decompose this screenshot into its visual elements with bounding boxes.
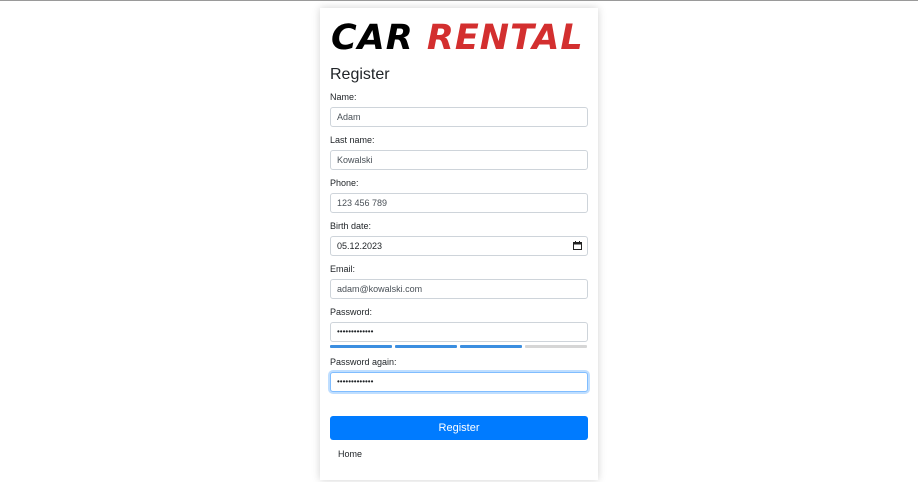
car-rental-logo: CAR RENTAL [331, 18, 584, 58]
birth-date-input-value: 05.12.2023 [337, 241, 383, 251]
phone-input[interactable]: 123 456 789 [330, 193, 588, 213]
logo-word-car: CAR [331, 18, 414, 58]
email-input[interactable]: adam@kowalski.com [330, 279, 588, 299]
name-label: Name: [330, 92, 357, 102]
register-card: CAR RENTAL Register Name: Adam Last name… [320, 8, 598, 480]
logo-word-rental: RENTAL [426, 18, 584, 58]
email-input-value: adam@kowalski.com [337, 284, 423, 294]
birth-date-input[interactable]: 05.12.2023 [330, 236, 588, 256]
strength-segment [395, 345, 457, 348]
last-name-input-value: Kowalski [337, 155, 373, 165]
password-again-label: Password again: [330, 357, 397, 367]
password-label: Password: [330, 307, 373, 317]
password-strength-meter [330, 345, 588, 348]
strength-segment [460, 345, 522, 348]
password-again-input-value: ••••••••••••• [337, 377, 374, 386]
strength-segment [525, 345, 587, 348]
top-border-line [0, 0, 918, 1]
birth-date-label: Birth date: [330, 221, 372, 231]
home-link[interactable]: Home [338, 449, 362, 460]
last-name-label: Last name: [330, 135, 375, 145]
strength-segment [330, 345, 392, 348]
page-title: Register [330, 66, 390, 83]
last-name-input[interactable]: Kowalski [330, 150, 588, 170]
password-input-value: ••••••••••••• [337, 327, 374, 336]
email-label: Email: [330, 264, 356, 274]
name-input-value: Adam [337, 112, 361, 122]
phone-input-value: 123 456 789 [337, 198, 388, 208]
calendar-icon[interactable] [573, 241, 582, 250]
name-input[interactable]: Adam [330, 107, 588, 127]
register-button[interactable]: Register [330, 416, 588, 440]
password-again-input[interactable]: ••••••••••••• [330, 372, 588, 392]
phone-label: Phone: [330, 178, 359, 188]
password-input[interactable]: ••••••••••••• [330, 322, 588, 342]
